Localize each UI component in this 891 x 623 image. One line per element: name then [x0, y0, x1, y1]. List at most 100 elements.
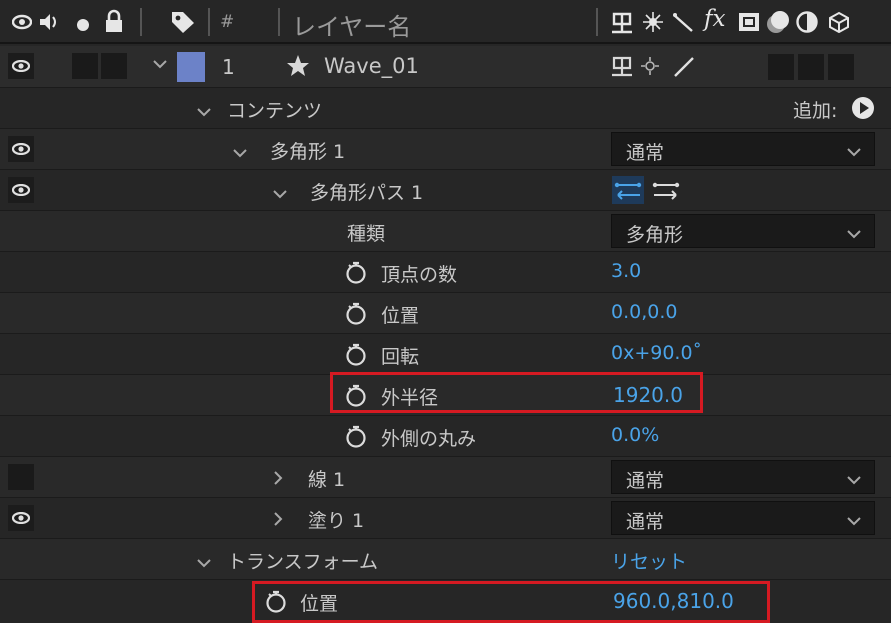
type-label: 種類: [347, 223, 386, 245]
rotation-row: 回転 0x+90.0˚: [0, 334, 891, 375]
blend-mode-dropdown[interactable]: 通常: [611, 132, 875, 166]
chevron-down-icon[interactable]: [196, 101, 212, 123]
outer-radius-highlight: [330, 372, 703, 413]
rotation-label: 回転: [381, 346, 420, 368]
add-label: 追加:: [793, 100, 838, 122]
rotation-value[interactable]: 0x+90.0˚: [611, 342, 702, 364]
layer-number: 1: [222, 55, 235, 79]
transform-label[interactable]: トランスフォーム: [227, 547, 378, 574]
visibility-toggle[interactable]: [8, 177, 34, 203]
quality-switch-icon[interactable]: [672, 55, 696, 84]
layer-label-color-swatch[interactable]: [177, 52, 205, 82]
polygon-path-row[interactable]: 多角形パス 1: [0, 170, 891, 211]
3d-toggle[interactable]: [828, 54, 854, 80]
points-row: 頂点の数 3.0: [0, 252, 891, 293]
stopwatch-icon[interactable]: [344, 342, 368, 366]
eye-icon: [12, 512, 30, 524]
chevron-down-icon[interactable]: [152, 56, 168, 74]
chevron-down-icon: [846, 223, 862, 245]
chevron-right-icon[interactable]: [272, 510, 284, 532]
header-divider: [596, 8, 598, 36]
visibility-toggle[interactable]: [8, 464, 34, 490]
solo-toggle[interactable]: [72, 53, 98, 79]
chevron-down-icon: [846, 469, 862, 491]
solo-column-icon[interactable]: [76, 15, 90, 37]
position-row: 位置 0.0,0.0: [0, 293, 891, 334]
label-tag-icon[interactable]: [170, 10, 196, 39]
frame-blend-icon[interactable]: [738, 11, 760, 38]
motion-blur-icon[interactable]: [766, 10, 790, 39]
chevron-down-icon[interactable]: [232, 142, 248, 164]
path-direction-forward-icon[interactable]: [650, 176, 682, 209]
layer-row[interactable]: 1 Wave_01: [0, 46, 891, 88]
position-highlight: [252, 581, 770, 623]
chevron-right-icon[interactable]: [272, 469, 284, 491]
layer-number-header: #: [220, 12, 235, 32]
outer-roundness-row: 外側の丸み 0.0%: [0, 416, 891, 457]
polygon-path-label[interactable]: 多角形パス 1: [310, 178, 423, 205]
stroke-row[interactable]: 線 1 通常: [0, 457, 891, 498]
reset-link[interactable]: リセット: [611, 547, 687, 574]
stopwatch-icon[interactable]: [344, 260, 368, 284]
position-value[interactable]: 0.0,0.0: [611, 301, 677, 323]
outer-roundness-value[interactable]: 0.0%: [611, 424, 659, 446]
eye-icon: [12, 184, 30, 196]
contents-label: コンテンツ: [227, 100, 323, 122]
visibility-toggle[interactable]: [8, 505, 34, 531]
stopwatch-icon[interactable]: [344, 301, 368, 325]
position-label: 位置: [381, 305, 420, 327]
contents-row[interactable]: コンテンツ 追加:: [0, 88, 891, 129]
fill-row[interactable]: 塗り 1 通常: [0, 498, 891, 539]
header-divider: [208, 8, 210, 36]
points-label: 頂点の数: [381, 264, 458, 286]
header-divider: [140, 8, 142, 36]
blend-mode-value: 通常: [626, 470, 665, 492]
type-dropdown[interactable]: 多角形: [611, 214, 875, 248]
visibility-toggle[interactable]: [8, 53, 34, 79]
star-icon: [286, 54, 310, 83]
eye-column-icon[interactable]: [11, 13, 33, 35]
blend-mode-value: 通常: [626, 142, 665, 164]
stopwatch-icon[interactable]: [344, 424, 368, 448]
3d-layer-icon[interactable]: [828, 11, 850, 38]
chevron-down-icon: [846, 141, 862, 163]
motion-blur-toggle[interactable]: [768, 54, 794, 80]
stroke-label[interactable]: 線 1: [308, 465, 345, 492]
layer-name-header[interactable]: レイヤー名: [292, 7, 411, 42]
quality-icon[interactable]: [672, 11, 694, 38]
visibility-toggle[interactable]: [8, 136, 34, 162]
column-header-row: # レイヤー名 fx: [0, 0, 891, 44]
header-divider: [278, 8, 280, 36]
effects-fx-icon[interactable]: fx: [704, 6, 725, 32]
eye-icon: [12, 60, 30, 72]
type-row: 種類 多角形: [0, 211, 891, 252]
adjustment-layer-icon[interactable]: [796, 11, 818, 38]
adjustment-toggle[interactable]: [798, 54, 824, 80]
add-button[interactable]: [851, 96, 875, 125]
fill-blend-mode-dropdown[interactable]: 通常: [611, 501, 875, 535]
polygon-group-row[interactable]: 多角形 1 通常: [0, 129, 891, 170]
chevron-down-icon[interactable]: [196, 552, 212, 574]
shy-switch-icon[interactable]: [610, 10, 634, 39]
layer-name[interactable]: Wave_01: [324, 54, 419, 78]
chevron-down-icon: [846, 510, 862, 532]
eye-icon: [12, 143, 30, 155]
transform-row[interactable]: トランスフォーム リセット: [0, 539, 891, 580]
chevron-down-icon[interactable]: [272, 183, 288, 205]
stroke-blend-mode-dropdown[interactable]: 通常: [611, 460, 875, 494]
collapse-transform-icon[interactable]: [642, 11, 664, 38]
blend-mode-value: 通常: [626, 511, 665, 533]
path-direction-reverse-icon[interactable]: [612, 176, 644, 209]
collapse-transform-icon[interactable]: [640, 56, 660, 81]
points-value[interactable]: 3.0: [611, 260, 641, 282]
shy-switch-icon[interactable]: [611, 55, 633, 82]
outer-roundness-label: 外側の丸み: [381, 428, 477, 450]
lock-toggle[interactable]: [101, 53, 127, 79]
type-value: 多角形: [626, 224, 684, 246]
audio-column-icon[interactable]: [38, 11, 62, 38]
play-circle-icon: [852, 97, 874, 119]
fill-label[interactable]: 塗り 1: [308, 506, 364, 533]
polygon-group-label[interactable]: 多角形 1: [270, 137, 345, 164]
timeline-panel: # レイヤー名 fx 1 Wave_01 コンテンツ 追加: 多角形 1 通常 …: [0, 0, 891, 623]
lock-column-icon[interactable]: [104, 9, 124, 38]
